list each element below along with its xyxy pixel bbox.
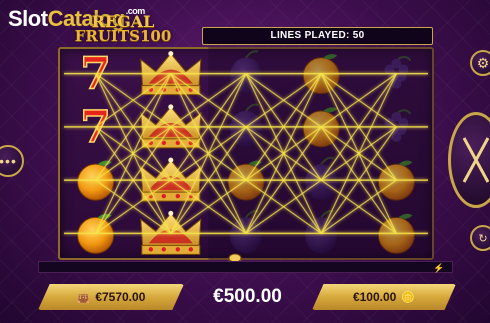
win-amount: €500.00: [213, 286, 282, 307]
symbols-layer: 77: [77, 47, 434, 260]
bet-value: €100.00: [352, 290, 397, 304]
autoplay-button[interactable]: ↻: [470, 225, 490, 251]
game-logo: REGAL FRUITS100: [58, 14, 188, 48]
coins-stack-icon: 🪙: [401, 291, 416, 304]
logo-line2: FRUITS100: [74, 27, 172, 45]
lightning-icon[interactable]: ⚡: [433, 263, 444, 273]
balance-display: 👜 €7570.00: [38, 284, 184, 310]
balance-value: €7570.00: [95, 290, 146, 304]
gear-icon: ⚙: [476, 54, 490, 71]
bet-selector[interactable]: €100.00 🪙: [312, 284, 456, 310]
wallet-icon: 👜: [76, 291, 91, 304]
autoplay-icon: ↻: [478, 232, 488, 245]
reel-status-bar: [38, 261, 453, 273]
watermark-part1: Slot: [8, 6, 48, 31]
reel-grid: 77: [64, 47, 434, 260]
settings-button[interactable]: ⚙: [470, 50, 490, 76]
spin-arrows-icon: [462, 137, 490, 183]
lines-played-banner: LINES PLAYED: 50: [202, 27, 433, 45]
menu-dots-icon: •••: [0, 153, 17, 169]
